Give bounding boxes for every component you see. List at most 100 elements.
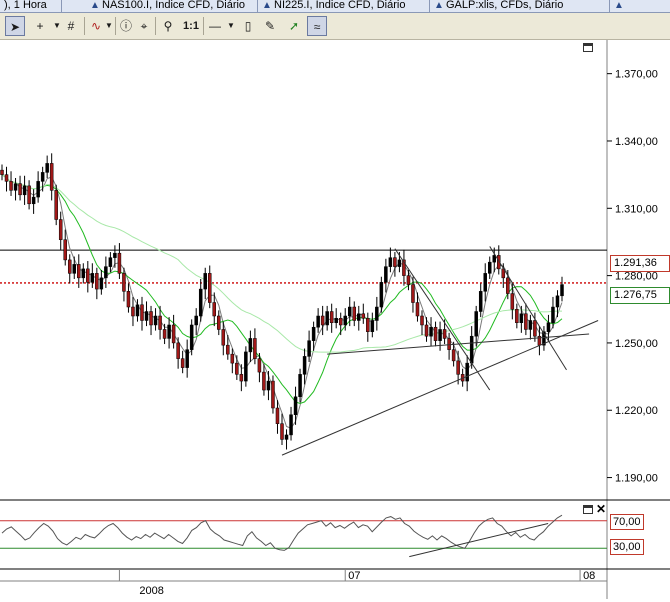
candle[interactable] <box>162 329 167 339</box>
candle[interactable] <box>415 302 420 317</box>
price-chart[interactable]: 1.370,00 1.340,00 1.310,00 1.280,00 1.250,00… <box>0 40 670 599</box>
candle[interactable] <box>126 291 131 308</box>
candle[interactable] <box>67 259 72 274</box>
candle[interactable] <box>338 317 343 326</box>
candle[interactable] <box>555 295 560 308</box>
candle[interactable] <box>366 317 370 332</box>
candle[interactable] <box>253 338 257 359</box>
candle[interactable] <box>131 306 135 317</box>
chevron-down-icon[interactable]: ▼ <box>104 16 114 36</box>
candle[interactable] <box>167 324 171 339</box>
crosshair-icon[interactable]: + <box>30 16 50 36</box>
candle[interactable] <box>81 268 86 279</box>
grid-icon[interactable]: # <box>62 16 80 36</box>
candle[interactable] <box>13 183 18 191</box>
candle[interactable] <box>298 374 302 398</box>
candle[interactable] <box>469 335 474 364</box>
candle[interactable] <box>433 326 438 341</box>
candle[interactable] <box>257 358 262 373</box>
candle[interactable] <box>393 257 397 267</box>
candle[interactable] <box>77 264 81 279</box>
info-icon[interactable]: ⓘ <box>118 16 134 36</box>
candle[interactable] <box>438 329 442 341</box>
candle[interactable] <box>95 273 99 290</box>
candle[interactable] <box>515 309 519 323</box>
candle[interactable] <box>271 380 275 409</box>
candle[interactable] <box>122 273 126 292</box>
candle[interactable] <box>329 311 334 323</box>
candle[interactable] <box>40 172 45 182</box>
candle[interactable] <box>135 304 140 317</box>
close-icon[interactable]: ✕ <box>596 503 606 515</box>
candle[interactable] <box>280 423 284 440</box>
tab-nas100[interactable]: ▲ NAS100.I, Índice CFD, Diário <box>86 0 258 12</box>
candle[interactable] <box>212 302 217 317</box>
candle[interactable] <box>4 174 9 182</box>
tab-1-hora[interactable]: ), 1 Hora <box>0 0 62 12</box>
indicator-icon[interactable]: ∿ <box>88 16 104 36</box>
candle[interactable] <box>189 324 194 350</box>
candle[interactable] <box>334 317 338 323</box>
candle[interactable] <box>72 264 77 274</box>
candle[interactable] <box>203 273 207 290</box>
candle[interactable] <box>239 374 244 382</box>
one-to-one-button[interactable]: 1:1 <box>180 16 202 36</box>
candle[interactable] <box>185 349 189 368</box>
tab-galp[interactable]: ▲ GALP:xlis, CFDs, Diário <box>430 0 610 12</box>
candle[interactable] <box>510 293 515 310</box>
candle[interactable] <box>384 266 388 283</box>
candle[interactable] <box>0 169 4 175</box>
candle[interactable] <box>343 315 347 326</box>
candle[interactable] <box>149 311 153 326</box>
candle[interactable] <box>113 252 117 258</box>
candle[interactable] <box>104 266 108 279</box>
candle[interactable] <box>483 273 487 292</box>
candle[interactable] <box>447 338 451 350</box>
candle[interactable] <box>347 306 352 317</box>
candle[interactable] <box>411 284 415 303</box>
candle[interactable] <box>262 371 266 391</box>
candle[interactable] <box>18 183 22 196</box>
tab-overflow[interactable]: ▲ <box>610 0 670 12</box>
candle[interactable] <box>487 261 492 274</box>
candle[interactable] <box>198 288 203 317</box>
candle[interactable] <box>275 407 280 424</box>
candle[interactable] <box>465 362 469 382</box>
candle[interactable] <box>99 277 104 290</box>
candle[interactable] <box>144 311 149 321</box>
candle[interactable] <box>49 163 54 191</box>
candle[interactable] <box>176 342 180 359</box>
candle[interactable] <box>9 181 13 191</box>
candle[interactable] <box>420 315 424 326</box>
candle[interactable] <box>158 315 162 330</box>
candle[interactable] <box>506 277 510 294</box>
candle[interactable] <box>533 320 537 337</box>
candle[interactable] <box>63 239 67 261</box>
candle[interactable] <box>370 320 375 332</box>
candle[interactable] <box>58 219 63 240</box>
candle[interactable] <box>31 196 36 205</box>
candle[interactable] <box>560 284 564 297</box>
candle[interactable] <box>244 351 248 382</box>
maximize-panel-icon[interactable] <box>583 43 593 52</box>
candle[interactable] <box>442 329 447 339</box>
candle[interactable] <box>284 434 289 440</box>
candle[interactable] <box>325 311 329 326</box>
rsi-trendline[interactable] <box>409 522 549 558</box>
candle[interactable] <box>86 268 90 283</box>
candle[interactable] <box>36 181 40 198</box>
draw-icon[interactable]: ➚ <box>285 16 303 36</box>
candle[interactable] <box>140 304 144 321</box>
candle[interactable] <box>266 380 271 391</box>
candle[interactable] <box>478 291 483 312</box>
chart-area[interactable]: 1.370,00 1.340,00 1.310,00 1.280,00 1.250,00… <box>0 40 670 599</box>
candle[interactable] <box>546 322 551 332</box>
candle[interactable] <box>429 326 433 337</box>
candle[interactable] <box>352 306 357 321</box>
magnet-icon[interactable]: ≈ <box>307 16 327 36</box>
candle[interactable] <box>153 315 158 326</box>
candle[interactable] <box>379 282 384 308</box>
candle[interactable] <box>320 315 325 326</box>
candle[interactable] <box>289 414 293 436</box>
paint-icon[interactable]: ✎ <box>262 16 278 36</box>
